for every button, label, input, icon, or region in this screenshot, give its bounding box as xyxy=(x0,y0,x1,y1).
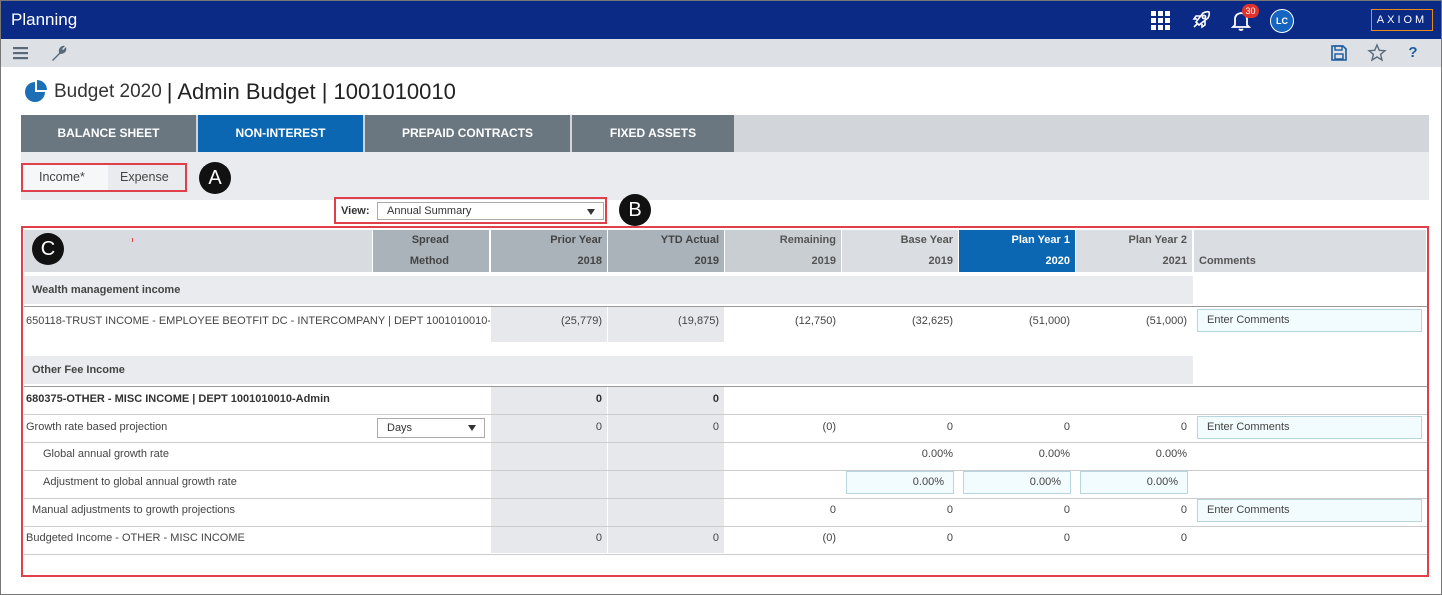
pie-chart-icon xyxy=(25,80,47,102)
adjustment-rate-label: Adjustment to global annual growth rate xyxy=(43,476,237,488)
misc-prior-year: 0 xyxy=(595,393,602,405)
star-icon[interactable] xyxy=(1367,43,1387,63)
trust-plan-year-1: (51,000) xyxy=(1029,315,1070,327)
callout-a: A xyxy=(199,162,231,194)
trust-comment-input[interactable]: Enter Comments xyxy=(1197,309,1422,332)
trust-base-year: (32,625) xyxy=(912,315,953,327)
budgeted-prior-year: 0 xyxy=(595,532,602,544)
budgeted-plan-year-1: 0 xyxy=(1063,532,1070,544)
divider xyxy=(24,526,1427,527)
col-ytd-actual: YTD Actual 2019 xyxy=(608,230,724,272)
title-details: | Admin Budget | 1001010010 xyxy=(166,79,456,104)
budgeted-base-year: 0 xyxy=(946,532,953,544)
manual-adjustments-label: Manual adjustments to growth projections xyxy=(32,504,235,516)
header-label-cell xyxy=(24,230,372,272)
view-value: Annual Summary xyxy=(387,205,472,217)
title-budget: Budget 2020 xyxy=(54,81,162,102)
global-growth-rate-label: Global annual growth rate xyxy=(43,448,169,460)
budgeted-remaining: (0) xyxy=(822,532,836,544)
wrench-icon[interactable] xyxy=(49,43,69,63)
divider xyxy=(24,414,1427,415)
tab-prepaid-contracts[interactable]: PREPAID CONTRACTS xyxy=(365,115,572,152)
global-rate-base-year: 0.00% xyxy=(921,448,953,460)
divider xyxy=(24,442,1427,443)
main-tabs: BALANCE SHEET NON-INTEREST PREPAID CONTR… xyxy=(21,115,1429,152)
col-base-year: Base Year 2019 xyxy=(842,230,958,272)
axiom-logo: AXIOM xyxy=(1371,9,1433,31)
manual-comment-input[interactable]: Enter Comments xyxy=(1197,499,1422,522)
budgeted-income-label: Budgeted Income - OTHER - MISC INCOME xyxy=(26,532,245,544)
sub-tab-band xyxy=(21,152,1429,200)
col-plan-year-1: Plan Year 1 2020 xyxy=(959,230,1075,272)
growth-projection-label: Growth rate based projection xyxy=(26,421,168,433)
col-comments: Comments xyxy=(1194,230,1426,272)
growth-ytd-actual: 0 xyxy=(712,421,719,433)
tab-balance-sheet[interactable]: BALANCE SHEET xyxy=(21,115,198,152)
col-plan-year-2: Plan Year 2 2021 xyxy=(1076,230,1192,272)
app-title: Planning xyxy=(11,10,78,29)
divider xyxy=(24,554,1427,555)
tab-non-interest[interactable]: NON-INTEREST xyxy=(198,115,365,152)
required-marker xyxy=(132,238,133,242)
budgeted-ytd-actual: 0 xyxy=(712,532,719,544)
page-title: Budget 2020 | Admin Budget | 1001010010 xyxy=(23,78,456,106)
section-other-fee-income: Other Fee Income xyxy=(24,356,1193,384)
adjustment-plan-year-1-input[interactable]: 0.00% xyxy=(963,471,1071,494)
global-rate-plan-year-2: 0.00% xyxy=(1155,448,1187,460)
budgeted-plan-year-2: 0 xyxy=(1180,532,1187,544)
col-spread-method: Spread Method xyxy=(373,230,489,272)
global-rate-plan-year-1: 0.00% xyxy=(1038,448,1070,460)
view-dropdown[interactable]: Annual Summary xyxy=(377,202,604,220)
callout-c: C xyxy=(32,233,64,265)
trust-remaining: (12,750) xyxy=(795,315,836,327)
menu-icon[interactable] xyxy=(11,43,31,63)
view-label: View: xyxy=(341,205,370,217)
growth-prior-year: 0 xyxy=(595,421,602,433)
chevron-down-icon xyxy=(587,209,595,215)
avatar[interactable]: LC xyxy=(1270,9,1294,33)
divider xyxy=(24,306,1427,307)
spread-method-value: Days xyxy=(387,422,413,434)
view-selector: View: Annual Summary xyxy=(334,197,607,224)
growth-plan-year-1: 0 xyxy=(1063,421,1070,433)
section-wealth-management: Wealth management income xyxy=(24,276,1193,304)
adjustment-base-year-input[interactable]: 0.00% xyxy=(846,471,954,494)
apps-grid-icon[interactable] xyxy=(1148,8,1172,32)
growth-remaining: (0) xyxy=(822,421,836,433)
col-remaining: Remaining 2019 xyxy=(725,230,841,272)
notification-badge: 30 xyxy=(1242,4,1259,18)
manual-base-year: 0 xyxy=(946,504,953,516)
sub-tabs: Income* Expense xyxy=(21,163,187,192)
manual-remaining: 0 xyxy=(829,504,836,516)
help-icon[interactable]: ? xyxy=(1403,43,1423,63)
rocket-icon[interactable] xyxy=(1189,8,1213,32)
toolbar: ? xyxy=(1,39,1441,67)
manual-plan-year-2: 0 xyxy=(1180,504,1187,516)
trust-ytd-actual: (19,875) xyxy=(678,315,719,327)
top-bar: Planning 30 LC AXIOM xyxy=(1,1,1441,39)
divider xyxy=(24,470,1427,471)
misc-ytd-actual: 0 xyxy=(712,393,719,405)
trust-prior-year: (25,779) xyxy=(561,315,602,327)
spread-method-dropdown[interactable]: Days xyxy=(377,418,485,438)
subtab-expense[interactable]: Expense xyxy=(108,165,181,190)
adjustment-plan-year-2-input[interactable]: 0.00% xyxy=(1080,471,1188,494)
divider xyxy=(24,386,1427,387)
subtab-income[interactable]: Income* xyxy=(23,165,108,190)
chevron-down-icon xyxy=(468,425,476,431)
growth-plan-year-2: 0 xyxy=(1180,421,1187,433)
save-icon[interactable] xyxy=(1329,43,1349,63)
col-prior-year: Prior Year 2018 xyxy=(491,230,607,272)
growth-comment-input[interactable]: Enter Comments xyxy=(1197,416,1422,439)
growth-base-year: 0 xyxy=(946,421,953,433)
trust-plan-year-2: (51,000) xyxy=(1146,315,1187,327)
misc-income-label: 680375-OTHER - MISC INCOME | DEPT 100101… xyxy=(26,393,330,405)
tab-fixed-assets[interactable]: FIXED ASSETS xyxy=(572,115,736,152)
callout-b: B xyxy=(619,194,651,226)
manual-plan-year-1: 0 xyxy=(1063,504,1070,516)
trust-income-label: 650118-TRUST INCOME - EMPLOYEE BEOTFIT D… xyxy=(26,315,490,327)
